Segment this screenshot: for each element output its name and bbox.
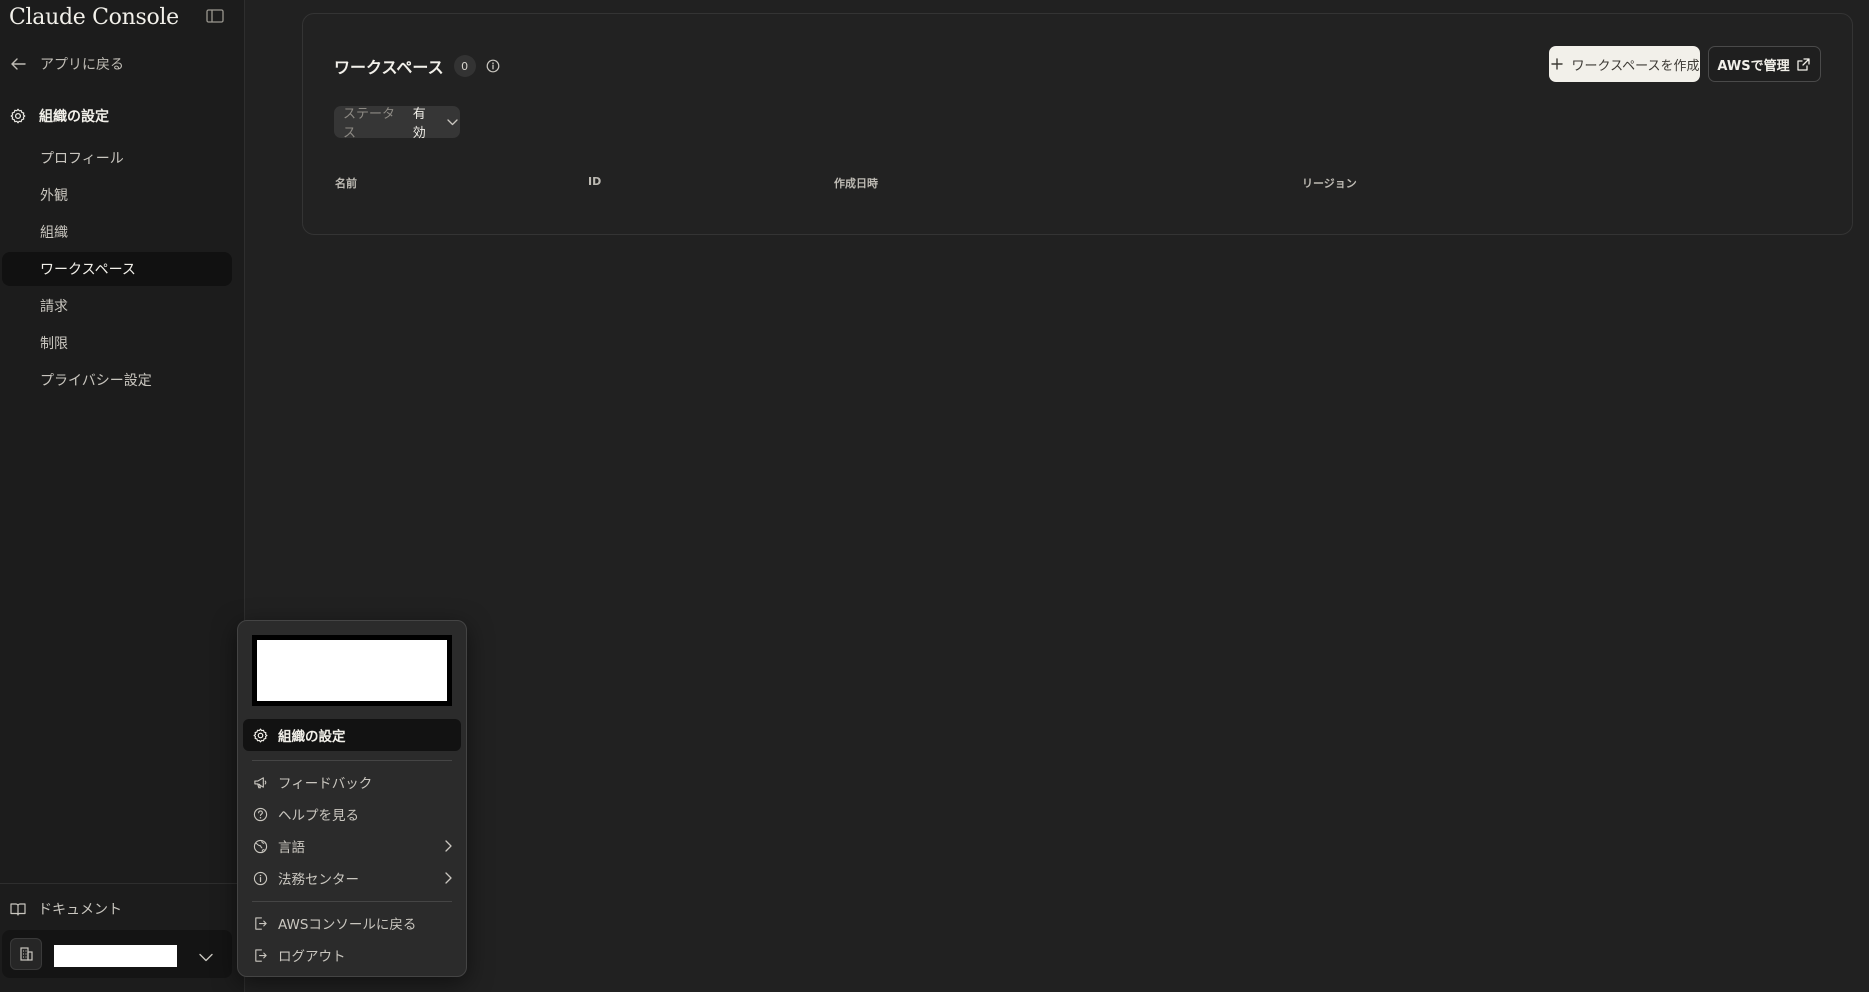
menu-item-legal[interactable]: 法務センター (243, 862, 461, 894)
column-header-created[interactable]: 作成日時 (834, 175, 878, 191)
app-root: Claude Console アプリに戻る 組織の設定 プロフィール 外観 組織… (0, 0, 1869, 992)
menu-item-label: AWSコンソールに戻る (278, 917, 417, 933)
status-filter-value: 有効 (412, 107, 426, 141)
manage-in-aws-button[interactable]: AWSで管理 (1708, 46, 1821, 82)
back-to-app-link[interactable]: アプリに戻る (10, 54, 124, 74)
gear-icon (10, 108, 26, 124)
column-header-id[interactable]: ID (588, 175, 601, 188)
sidebar-divider (0, 883, 245, 884)
menu-item-label: 法務センター (278, 872, 359, 888)
create-workspace-button[interactable]: ワークスペースを作成 (1549, 46, 1700, 82)
docs-link-label: ドキュメント (38, 902, 122, 918)
megaphone-icon (252, 774, 268, 790)
sidebar-item-organization[interactable]: 組織 (2, 215, 232, 249)
menu-item-logout[interactable]: ログアウト (243, 939, 461, 971)
back-link-label: アプリに戻る (40, 57, 124, 73)
table-header: 名前 ID 作成日時 リージョン (303, 175, 1852, 191)
account-info-redacted-inner (257, 640, 447, 701)
info-icon[interactable] (486, 59, 500, 73)
section-heading-label: 組織の設定 (39, 109, 109, 125)
chevron-down-icon (444, 114, 460, 130)
arrow-left-icon (10, 56, 26, 72)
menu-item-label: 言語 (278, 840, 305, 856)
menu-item-label: ログアウト (278, 949, 346, 965)
menu-item-org-settings[interactable]: 組織の設定 (243, 719, 461, 751)
page-title-label: ワークスペース (334, 58, 444, 77)
create-workspace-label: ワークスペースを作成 (1571, 58, 1700, 74)
menu-item-back-to-aws[interactable]: AWSコンソールに戻る (243, 907, 461, 939)
account-info-redacted (252, 635, 452, 706)
sidebar-item-appearance[interactable]: 外観 (2, 178, 232, 212)
menu-item-label: フィードバック (278, 776, 373, 792)
menu-item-label: 組織の設定 (278, 729, 346, 745)
building-icon (10, 938, 42, 970)
menu-divider (252, 760, 452, 761)
column-header-name[interactable]: 名前 (335, 175, 357, 191)
org-name-redacted (54, 945, 177, 967)
status-filter-dropdown[interactable]: ステータス 有効 (334, 106, 460, 141)
help-circle-icon (252, 806, 268, 822)
workspace-count-badge: 0 (453, 55, 476, 77)
page-title: ワークスペース 0 (334, 54, 500, 78)
logout-icon (252, 947, 268, 963)
globe-icon (252, 838, 268, 854)
sidebar-item-workspaces[interactable]: ワークスペース (2, 252, 232, 286)
gear-icon (252, 727, 268, 743)
column-header-region[interactable]: リージョン (1302, 175, 1357, 191)
plus-icon (1549, 56, 1565, 72)
menu-item-feedback[interactable]: フィードバック (243, 766, 461, 798)
account-menu: 組織の設定 フィードバック ヘルプを見る 言語 法務センター AWSコンソールに… (237, 620, 467, 977)
brand-title: Claude Console (9, 5, 179, 30)
exit-icon (252, 915, 268, 931)
sidebar-item-profile[interactable]: プロフィール (2, 141, 232, 175)
menu-divider (252, 901, 452, 902)
external-link-icon (1796, 56, 1812, 72)
info-icon (252, 870, 268, 886)
sidebar-toggle-icon[interactable] (206, 9, 226, 25)
sidebar-item-billing[interactable]: 請求 (2, 289, 232, 323)
sidebar-item-privacy[interactable]: プライバシー設定 (2, 363, 232, 397)
menu-item-language[interactable]: 言語 (243, 830, 461, 862)
chevron-right-icon (445, 872, 452, 888)
menu-item-help[interactable]: ヘルプを見る (243, 798, 461, 830)
docs-link[interactable]: ドキュメント (10, 898, 122, 920)
chevron-right-icon (445, 840, 452, 856)
sidebar: Claude Console アプリに戻る 組織の設定 プロフィール 外観 組織… (0, 0, 245, 992)
menu-item-label: ヘルプを見る (278, 808, 359, 824)
status-filter-label: ステータス (343, 107, 396, 141)
section-heading: 組織の設定 (10, 105, 109, 127)
chevron-down-icon (199, 947, 213, 966)
manage-in-aws-label: AWSで管理 (1717, 58, 1790, 74)
workspaces-panel: ワークスペース 0 ワークスペースを作成 AWSで管理 ステータス 有効 名前 … (302, 13, 1853, 235)
org-switcher[interactable] (2, 930, 232, 978)
book-icon (10, 901, 26, 917)
sidebar-item-limits[interactable]: 制限 (2, 326, 232, 360)
